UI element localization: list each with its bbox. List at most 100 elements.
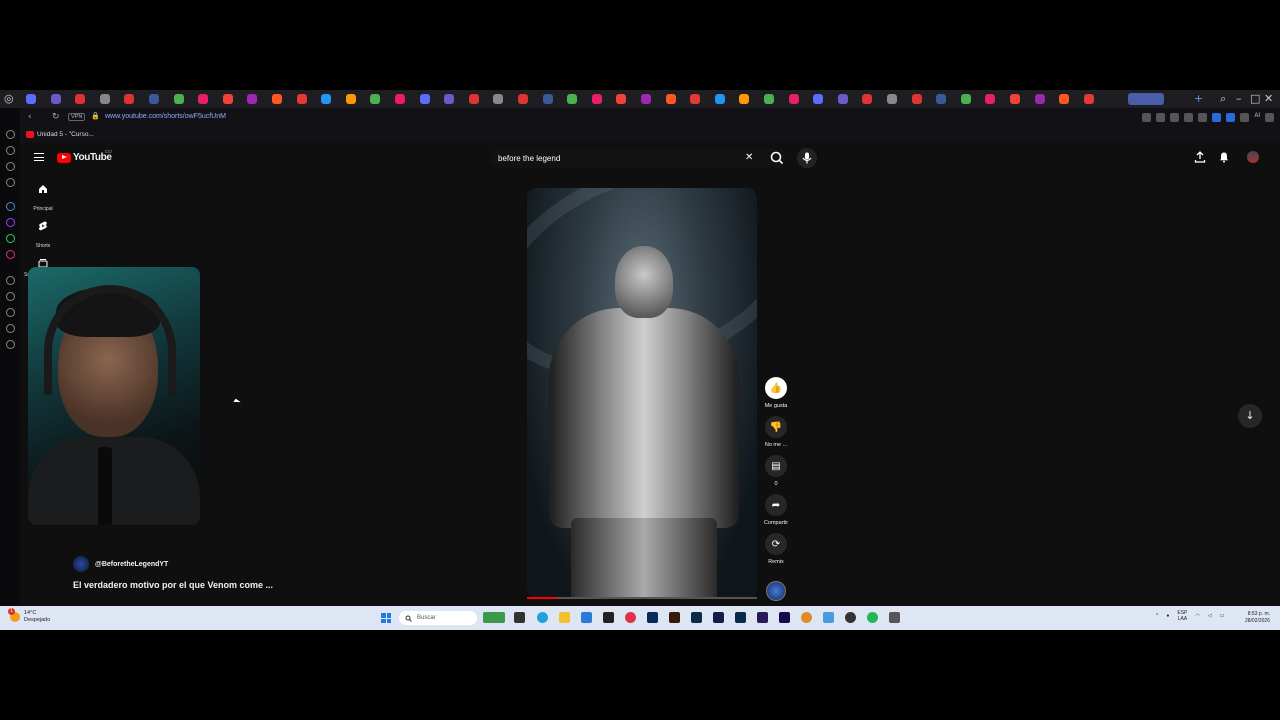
language-indicator[interactable]: ESP LAA xyxy=(1177,610,1187,622)
dislike-button[interactable]: 👎 No me ... xyxy=(760,416,792,448)
share-button[interactable]: ➦ Compartir xyxy=(760,494,792,526)
photoshop-icon[interactable] xyxy=(647,612,658,623)
edge-icon[interactable] xyxy=(537,612,548,623)
browser-tab-favicon-icon[interactable] xyxy=(222,94,233,104)
sidebar-app-icon[interactable] xyxy=(6,146,15,155)
search-box[interactable]: before the legend ✕ xyxy=(490,148,786,168)
extension-icon[interactable] xyxy=(1212,113,1222,122)
browser-tab-favicon-icon[interactable] xyxy=(99,94,110,104)
like-button[interactable]: 👍 Me gusta xyxy=(760,377,792,409)
browser-tab-favicon-icon[interactable] xyxy=(591,94,602,104)
illustrator-icon[interactable] xyxy=(669,612,680,623)
browser-tab-favicon-icon[interactable] xyxy=(690,94,701,104)
browser-tab-favicon-icon[interactable] xyxy=(493,94,504,104)
vpn-badge[interactable]: VPN xyxy=(68,113,86,121)
obs-icon[interactable] xyxy=(845,612,856,623)
media-encoder-icon[interactable] xyxy=(757,612,768,623)
browser-tab-favicon-icon[interactable] xyxy=(419,94,430,104)
browser-tab-favicon-icon[interactable] xyxy=(26,94,36,104)
browser-tab-favicon-icon[interactable] xyxy=(739,94,750,104)
ai-button[interactable]: AI xyxy=(1254,113,1260,123)
back-icon[interactable]: ‹ xyxy=(28,112,32,122)
new-tab-icon[interactable]: + xyxy=(1194,92,1203,105)
extension-icon[interactable] xyxy=(1184,113,1194,122)
browser-tab-favicon-icon[interactable] xyxy=(124,94,135,104)
video-progress-bar[interactable] xyxy=(527,597,757,599)
windows-start-icon[interactable] xyxy=(381,613,391,623)
short-video-player[interactable] xyxy=(527,188,757,598)
browser-tab-favicon-icon[interactable] xyxy=(1034,94,1045,104)
menu-icon[interactable] xyxy=(1265,113,1274,122)
browser-tab-favicon-icon[interactable] xyxy=(345,94,356,104)
clock-icon[interactable] xyxy=(6,308,15,317)
comments-button[interactable]: ▤ 0 xyxy=(760,455,792,487)
account-avatar[interactable] xyxy=(1247,151,1259,163)
browser-menu-icon[interactable]: ◎ xyxy=(4,92,14,105)
browser-tab-favicon-icon[interactable] xyxy=(247,94,258,104)
microphone-icon[interactable] xyxy=(797,148,817,168)
browser-tab-favicon-icon[interactable] xyxy=(714,94,725,104)
browser-tab-favicon-icon[interactable] xyxy=(321,94,332,104)
active-tab[interactable] xyxy=(1128,93,1164,105)
video-title[interactable]: El verdadero motivo por el que Venom com… xyxy=(73,580,273,590)
browser-tab-favicon-icon[interactable] xyxy=(50,94,61,104)
history-icon[interactable] xyxy=(6,130,15,139)
microphone-tray-icon[interactable]: ● xyxy=(1166,613,1169,619)
bookmark-item[interactable]: Unidad 5 - "Curso... xyxy=(26,131,94,138)
browser-tab-favicon-icon[interactable] xyxy=(788,94,799,104)
browser-tab-favicon-icon[interactable] xyxy=(567,94,578,104)
browser-tab-favicon-icon[interactable] xyxy=(518,94,528,104)
browser-tab-favicon-icon[interactable] xyxy=(149,94,159,104)
search-input[interactable]: before the legend xyxy=(498,154,560,163)
extension-icon[interactable] xyxy=(1170,113,1180,122)
taskbar-app-icon[interactable] xyxy=(603,612,614,623)
browser-tab-favicon-icon[interactable] xyxy=(542,94,553,104)
remix-button[interactable]: ⟳ Remix xyxy=(760,533,792,565)
taskbar-app-icon[interactable] xyxy=(483,612,505,623)
browser-tab-favicon-icon[interactable] xyxy=(75,94,86,104)
settings-icon[interactable] xyxy=(6,340,15,349)
upload-icon[interactable] xyxy=(1194,151,1206,163)
browser-tab-favicon-icon[interactable] xyxy=(272,94,282,104)
after-effects-icon[interactable] xyxy=(713,612,724,623)
browser-tab-favicon-icon[interactable] xyxy=(395,94,405,104)
notifications-bell-icon[interactable] xyxy=(1218,151,1230,163)
browser-tab-favicon-icon[interactable] xyxy=(862,94,873,104)
blender-icon[interactable] xyxy=(801,612,812,623)
channel-name[interactable]: @BeforetheLegendYT xyxy=(95,561,168,568)
clear-search-icon[interactable]: ✕ xyxy=(745,152,753,163)
reload-icon[interactable]: ↻ xyxy=(52,112,60,122)
url-field[interactable]: www.youtube.com/shorts/owF5ucfUnM xyxy=(105,113,226,120)
close-window-icon[interactable]: ✕ xyxy=(1264,92,1273,105)
browser-tab-favicon-icon[interactable] xyxy=(1083,94,1094,104)
browser-tab-favicon-icon[interactable] xyxy=(1010,94,1020,104)
search-icon[interactable] xyxy=(767,148,787,168)
search-tabs-icon[interactable]: ⌕ xyxy=(1220,92,1226,106)
extension-icon[interactable] xyxy=(1156,113,1166,122)
player-icon[interactable] xyxy=(6,276,15,285)
maximize-icon[interactable]: □ xyxy=(1250,92,1260,105)
browser-tab-favicon-icon[interactable] xyxy=(370,94,381,104)
browser-tab-favicon-icon[interactable] xyxy=(641,94,651,104)
weather-widget[interactable]: 1 14°C Despejado xyxy=(8,608,50,624)
wifi-icon[interactable]: ◠ xyxy=(1195,613,1199,619)
sidebar-app-icon[interactable] xyxy=(6,202,15,211)
taskbar-app-icon[interactable] xyxy=(581,612,592,623)
volume-icon[interactable]: ◁ xyxy=(1208,613,1212,619)
extension-icon[interactable] xyxy=(1240,113,1250,122)
browser-tab-favicon-icon[interactable] xyxy=(960,94,971,104)
spotify-icon[interactable] xyxy=(867,612,878,623)
taskbar-app-icon[interactable] xyxy=(823,612,834,623)
browser-tab-favicon-icon[interactable] xyxy=(173,94,184,104)
extension-icon[interactable] xyxy=(1198,113,1208,122)
minimize-icon[interactable]: – xyxy=(1236,92,1242,105)
browser-tab-favicon-icon[interactable] xyxy=(813,94,824,104)
browser-tab-favicon-icon[interactable] xyxy=(665,94,676,104)
guide-shorts[interactable]: Shorts xyxy=(24,221,62,252)
browser-tab-favicon-icon[interactable] xyxy=(887,94,897,104)
twitch-icon[interactable] xyxy=(6,218,15,227)
browser-tab-favicon-icon[interactable] xyxy=(1059,94,1070,104)
instagram-icon[interactable] xyxy=(6,250,15,259)
channel-avatar-button[interactable] xyxy=(766,581,786,601)
channel-avatar[interactable] xyxy=(73,556,89,572)
